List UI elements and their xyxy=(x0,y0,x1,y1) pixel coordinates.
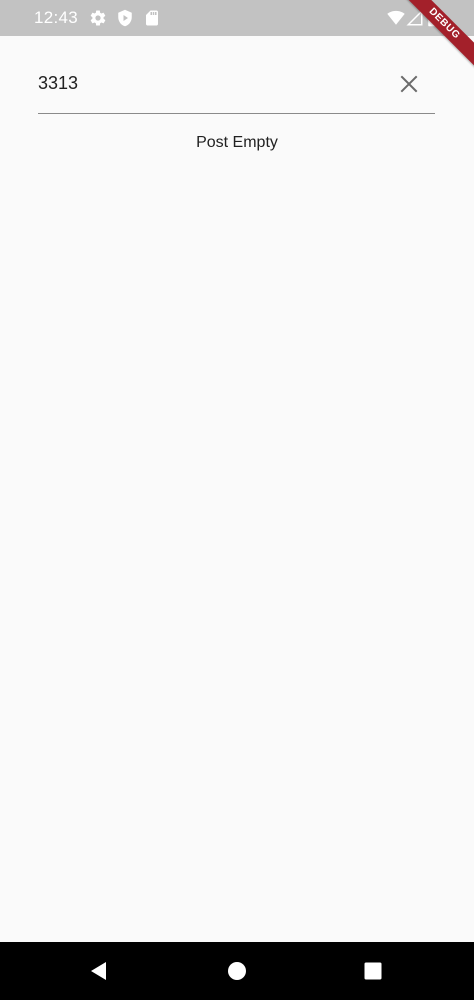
sd-card-icon xyxy=(143,9,161,27)
gear-icon xyxy=(89,9,107,27)
back-icon xyxy=(91,962,106,980)
recents-button[interactable] xyxy=(363,961,383,981)
status-bar: 12:43 xyxy=(0,0,474,36)
recents-icon xyxy=(364,962,382,980)
status-time: 12:43 xyxy=(34,8,79,27)
back-button[interactable] xyxy=(89,961,109,981)
navigation-bar xyxy=(0,942,474,1000)
home-button[interactable] xyxy=(227,961,247,981)
wifi-icon xyxy=(387,9,405,27)
close-icon xyxy=(400,75,418,93)
clear-search-button[interactable] xyxy=(397,72,421,96)
shield-icon xyxy=(116,9,134,27)
empty-results-message: Post Empty xyxy=(196,134,278,151)
search-field xyxy=(38,60,435,114)
home-icon xyxy=(228,962,246,980)
cell-signal-icon xyxy=(406,9,424,27)
battery-icon xyxy=(426,9,438,27)
app-screen: 12:43 DEBUG Post Empt xyxy=(0,0,474,1000)
search-input[interactable] xyxy=(38,70,378,96)
